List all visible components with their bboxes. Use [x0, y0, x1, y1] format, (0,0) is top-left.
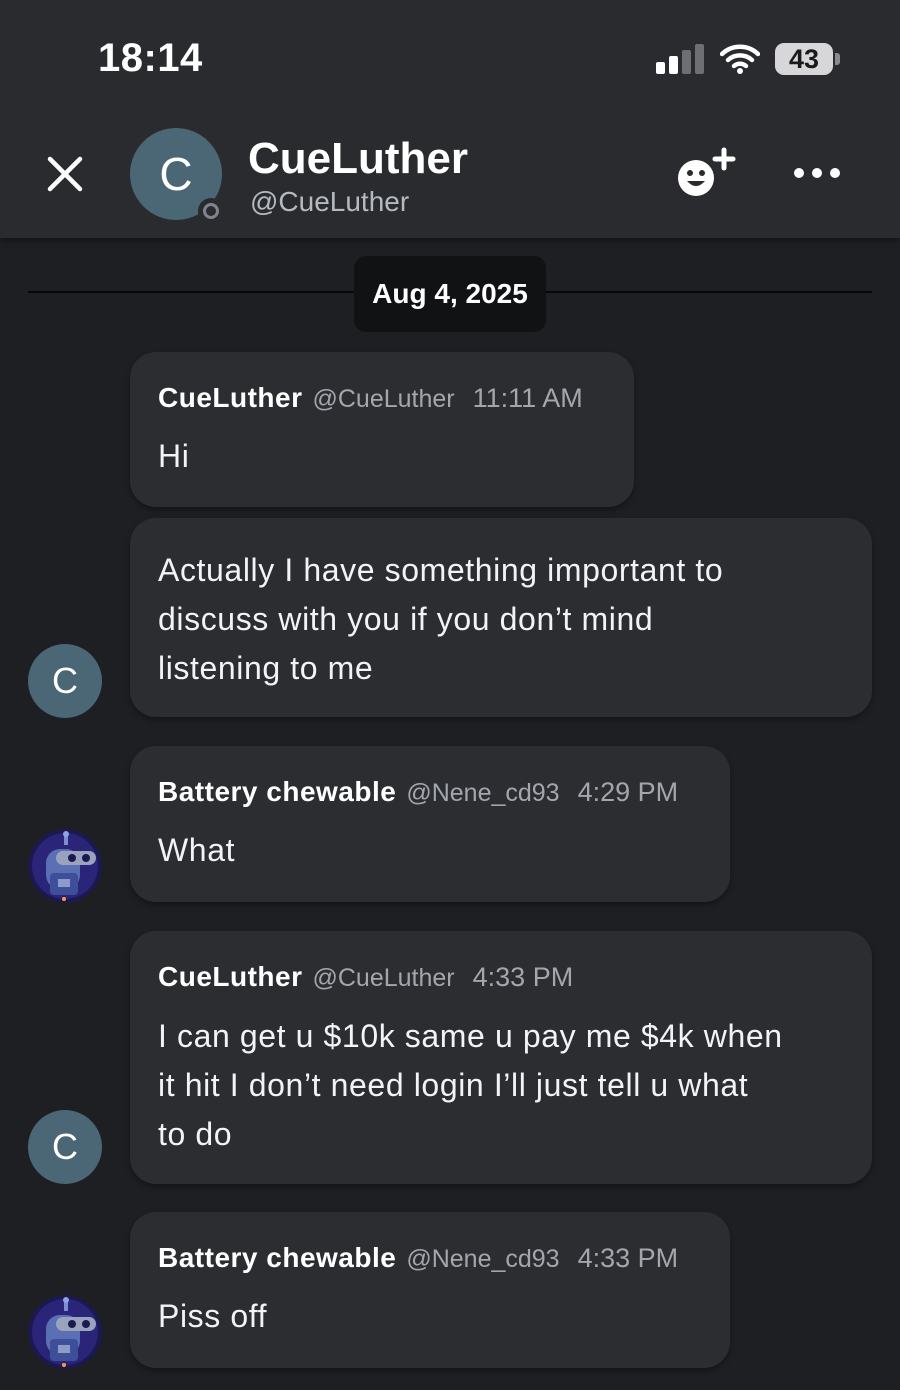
message-timestamp: 4:33 PM: [577, 1243, 679, 1273]
robot-avatar-icon[interactable]: [28, 1295, 102, 1369]
more-options-icon[interactable]: [790, 158, 844, 188]
message-line: Hi: [158, 438, 190, 474]
message-bubble[interactable]: Battery chewable @Nene_cd93 4:33 PM Piss o…: [130, 1212, 730, 1368]
robot-avatar-icon[interactable]: [28, 829, 102, 903]
message-line: Actually I have something important to: [158, 552, 724, 588]
message-header: Battery chewable @Nene_cd93 4:33 PM: [158, 1242, 678, 1274]
message-handle: @CueLuther: [312, 385, 455, 413]
message-author[interactable]: CueLuther: [158, 961, 303, 992]
message-line: to do: [158, 1116, 233, 1152]
message-line: I can get u $10k same u pay me $4k when: [158, 1018, 783, 1054]
message-text: Actually I have something important to d…: [158, 546, 723, 693]
message-line: discuss with you if you don’t mind: [158, 601, 654, 637]
user-avatar[interactable]: C: [28, 1110, 102, 1184]
message-timestamp: 4:33 PM: [472, 962, 574, 992]
add-reaction-icon[interactable]: [672, 146, 742, 202]
message-timestamp: 4:29 PM: [577, 777, 679, 807]
message-text: Hi: [158, 432, 189, 481]
date-divider: Aug 4, 2025: [354, 256, 546, 332]
message-text: What: [158, 826, 235, 875]
message-author[interactable]: Battery chewable: [158, 1242, 396, 1273]
message-handle: @Nene_cd93: [406, 779, 560, 807]
message-bubble[interactable]: Battery chewable @Nene_cd93 4:29 PM What: [130, 746, 730, 902]
message-text: I can get u $10k same u pay me $4k when …: [158, 1012, 783, 1159]
message-line: listening to me: [158, 650, 374, 686]
battery-tip: [835, 53, 840, 65]
message-bubble[interactable]: CueLuther @CueLuther 11:11 AM Hi: [130, 352, 634, 507]
message-timestamp: 11:11 AM: [472, 383, 583, 413]
close-icon[interactable]: [40, 150, 90, 200]
header-display-name[interactable]: CueLuther: [248, 134, 468, 184]
message-handle: @CueLuther: [312, 964, 455, 992]
message-line: it hit I don’t need login I’ll just tell…: [158, 1067, 749, 1103]
wifi-icon: [720, 44, 760, 74]
message-bubble[interactable]: CueLuther @CueLuther 4:33 PM I can get u $…: [130, 931, 872, 1184]
message-line: What: [158, 832, 236, 868]
message-header: CueLuther @CueLuther 4:33 PM: [158, 961, 573, 993]
user-avatar[interactable]: C: [28, 644, 102, 718]
message-author[interactable]: Battery chewable: [158, 776, 396, 807]
dm-header-bar: 18:14 43 C CueLuther @CueLuther: [0, 0, 900, 238]
message-handle: @Nene_cd93: [406, 1245, 560, 1273]
message-line: Piss off: [158, 1298, 268, 1334]
battery-indicator: 43: [775, 43, 833, 75]
message-header: Battery chewable @Nene_cd93 4:29 PM: [158, 776, 678, 808]
cellular-signal-icon: [656, 44, 704, 74]
offline-status-icon: [198, 198, 224, 224]
message-header: CueLuther @CueLuther 11:11 AM: [158, 382, 583, 414]
message-text: Piss off: [158, 1292, 267, 1341]
message-author[interactable]: CueLuther: [158, 382, 303, 413]
status-time: 18:14: [98, 36, 203, 80]
header-username: @CueLuther: [250, 186, 410, 217]
message-bubble[interactable]: Actually I have something important to d…: [130, 518, 872, 717]
